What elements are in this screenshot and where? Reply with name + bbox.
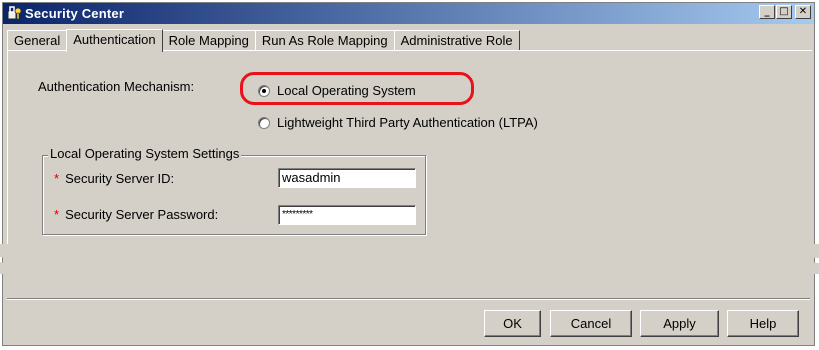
cancel-button[interactable]: Cancel <box>550 310 632 337</box>
local-os-settings-legend: Local Operating System Settings <box>48 146 242 161</box>
radio-ltpa[interactable]: Lightweight Third Party Authentication (… <box>258 115 538 130</box>
torn-edge-divider <box>0 244 819 274</box>
tab-administrative-role[interactable]: Administrative Role <box>393 30 520 51</box>
radio-local-os-label: Local Operating System <box>277 83 416 98</box>
authentication-mechanism-label: Authentication Mechanism: <box>38 79 195 94</box>
dialog-button-area: OK Cancel Apply Help <box>2 274 815 346</box>
server-password-label: * Security Server Password: <box>54 207 219 222</box>
minimize-button[interactable]: _ <box>759 5 775 19</box>
title-bar[interactable]: Security Center _ □ ✕ <box>3 3 814 24</box>
separator <box>7 298 810 300</box>
tab-run-as-role-mapping[interactable]: Run As Role Mapping <box>254 30 395 51</box>
tab-strip: General Authentication Role Mapping Run … <box>7 29 520 52</box>
tab-general[interactable]: General <box>7 30 68 51</box>
tab-authentication[interactable]: Authentication <box>66 29 163 52</box>
window-title: Security Center <box>25 6 125 21</box>
radio-button-unselected[interactable] <box>258 116 270 129</box>
radio-button-selected[interactable] <box>258 84 270 97</box>
radio-ltpa-label: Lightweight Third Party Authentication (… <box>277 115 538 130</box>
required-marker: * <box>54 171 60 186</box>
window-controls: _ □ ✕ <box>759 5 811 19</box>
radio-local-os[interactable]: Local Operating System <box>258 83 416 98</box>
required-marker: * <box>54 207 60 222</box>
server-id-input[interactable]: wasadmin <box>278 168 416 188</box>
server-password-input[interactable]: ********* <box>278 205 416 225</box>
security-center-app-icon <box>7 6 22 20</box>
close-button[interactable]: ✕ <box>795 5 811 19</box>
ok-button[interactable]: OK <box>484 310 541 337</box>
server-id-label: * Security Server ID: <box>54 171 175 186</box>
maximize-button[interactable]: □ <box>776 5 792 19</box>
help-button[interactable]: Help <box>727 310 799 337</box>
apply-button[interactable]: Apply <box>640 310 719 337</box>
tab-role-mapping[interactable]: Role Mapping <box>161 30 256 51</box>
